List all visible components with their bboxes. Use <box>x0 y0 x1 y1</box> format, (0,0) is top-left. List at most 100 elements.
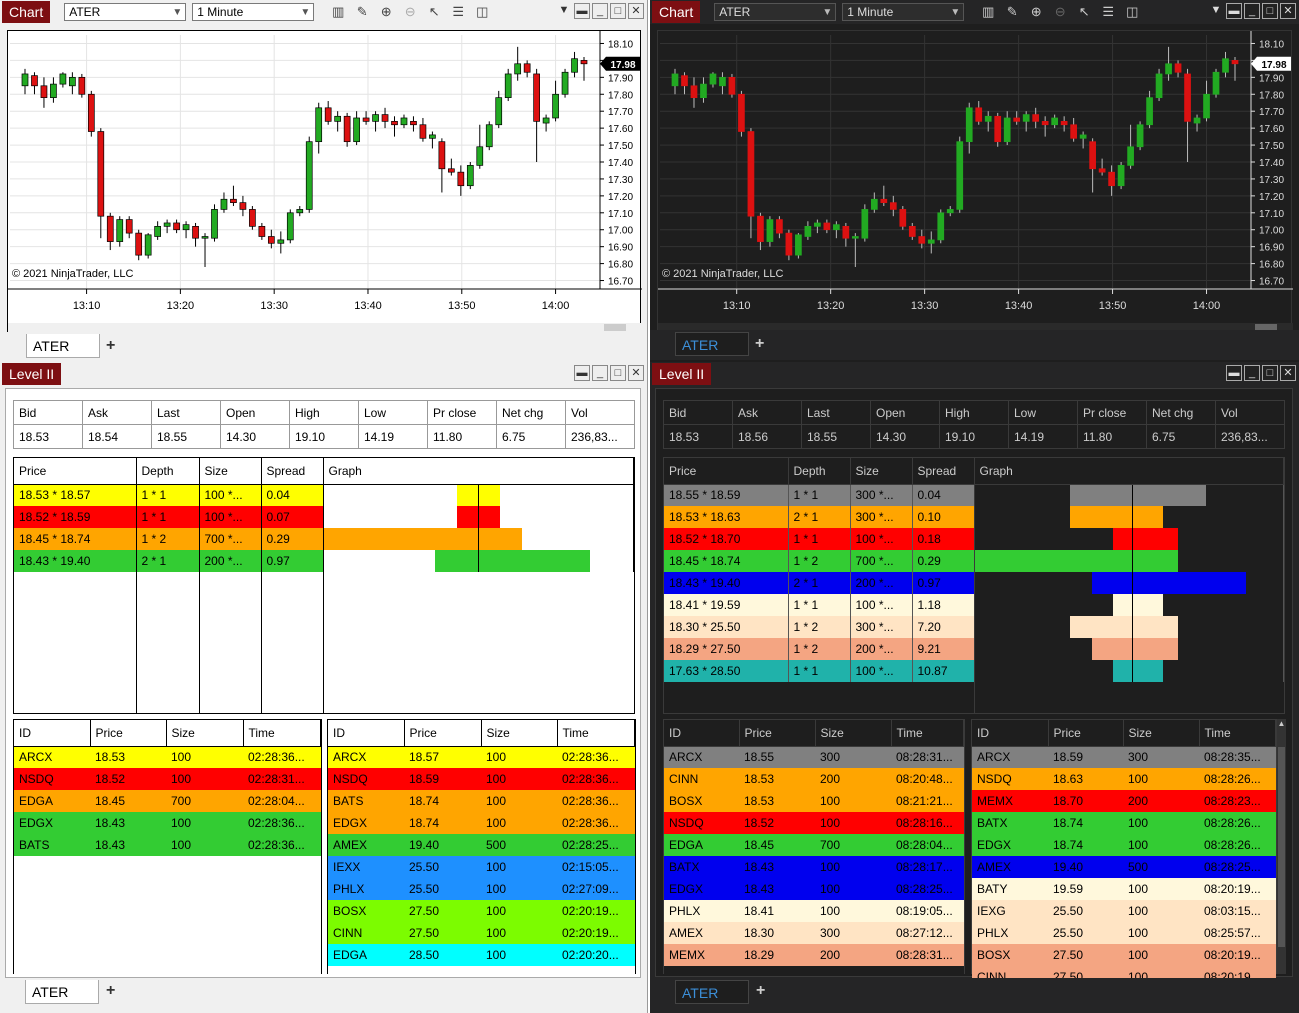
column-header[interactable]: Graph <box>323 458 634 485</box>
book-row[interactable]: PHLX 25.50 100 08:25:57... <box>972 922 1276 944</box>
book-row[interactable]: BATX 18.43 100 08:28:17... <box>664 856 964 878</box>
scroll-thumb[interactable] <box>1278 747 1285 947</box>
book-row[interactable]: ARCX 18.59 300 08:28:35... <box>972 746 1276 768</box>
ask-book-scrollbar[interactable]: ▲ <box>1277 719 1286 974</box>
book-row[interactable]: PHLX 18.41 100 08:19:05... <box>664 900 964 922</box>
tab-ater[interactable]: ATER <box>26 334 100 358</box>
column-header[interactable]: Size <box>850 458 913 485</box>
properties-icon[interactable]: ☰ <box>446 4 470 20</box>
book-row[interactable]: EDGX 18.43 100 08:28:25... <box>664 878 964 900</box>
book-row[interactable]: MEMX 18.29 200 08:28:31... <box>664 944 964 966</box>
book-row[interactable]: CINN 18.53 200 08:20:48... <box>664 768 964 790</box>
chart-panel[interactable]: 18.1018.0017.9017.8017.7017.6017.5017.40… <box>7 30 642 333</box>
zoom-in-icon[interactable]: ⊕ <box>374 4 398 20</box>
maximize-icon[interactable]: □ <box>1262 3 1278 19</box>
chart-panel[interactable]: 18.1018.0017.9017.8017.7017.6017.5017.40… <box>657 30 1293 333</box>
add-tab-button[interactable]: + <box>106 982 115 1000</box>
split-icon[interactable]: ▬ <box>574 365 590 381</box>
book-row[interactable]: ARCX 18.53 100 02:28:36... <box>14 746 321 768</box>
book-row[interactable]: EDGA 18.45 700 02:28:04... <box>14 790 321 812</box>
book-row[interactable]: NSDQ 18.63 100 08:28:26... <box>972 768 1276 790</box>
window-title[interactable]: Chart <box>652 1 701 23</box>
close-icon[interactable]: ✕ <box>628 3 644 19</box>
pointer-icon[interactable]: ↖ <box>422 4 446 20</box>
book-row[interactable]: MEMX 18.70 200 08:28:23... <box>972 790 1276 812</box>
split-icon[interactable]: ▬ <box>1226 3 1242 19</box>
book-row[interactable]: EDGX 18.74 100 02:28:36... <box>328 812 635 834</box>
maximize-icon[interactable]: □ <box>1262 365 1278 381</box>
add-tab-button[interactable]: + <box>106 337 115 355</box>
column-header[interactable]: Graph <box>974 458 1284 485</box>
maximize-icon[interactable]: □ <box>610 365 626 381</box>
draw-icon[interactable]: ✎ <box>1000 4 1024 20</box>
dropdown-icon[interactable]: ▼ <box>556 3 572 19</box>
interval-selector[interactable]: 1 Minute ▼ <box>192 3 315 21</box>
book-row[interactable]: BOSX 27.50 100 02:20:19... <box>328 900 635 922</box>
column-header[interactable]: Time <box>1199 720 1276 747</box>
column-header[interactable]: Price <box>1048 720 1124 747</box>
column-header[interactable]: ID <box>664 720 740 747</box>
column-header[interactable]: Price <box>14 458 137 485</box>
book-row[interactable]: BATS 18.43 100 02:28:36... <box>14 834 321 856</box>
window-title[interactable]: Level II <box>2 363 62 385</box>
dropdown-icon[interactable]: ▼ <box>1208 3 1224 19</box>
add-tab-button[interactable]: + <box>756 982 765 1000</box>
window-title[interactable]: Chart <box>2 1 51 23</box>
horizontal-scrollbar[interactable] <box>8 323 642 332</box>
book-row[interactable]: BOSX 18.53 100 08:21:21... <box>664 790 964 812</box>
book-row[interactable]: EDGX 18.74 100 08:28:26... <box>972 834 1276 856</box>
candlestick-chart[interactable]: 18.1018.0017.9017.8017.7017.6017.5017.40… <box>8 31 642 333</box>
bar-type-icon[interactable]: ▥ <box>976 4 1000 20</box>
interval-selector[interactable]: 1 Minute ▼ <box>842 3 965 21</box>
close-icon[interactable]: ✕ <box>1280 3 1296 19</box>
split-icon[interactable]: ▬ <box>1226 365 1242 381</box>
minimize-icon[interactable]: _ <box>1244 3 1260 19</box>
draw-icon[interactable]: ✎ <box>350 4 374 20</box>
book-row[interactable]: BATY 19.59 100 08:20:19... <box>972 878 1276 900</box>
book-row[interactable]: PHLX 25.50 100 02:27:09... <box>328 878 635 900</box>
instrument-selector[interactable]: ATER ▼ <box>714 3 837 21</box>
tab-ater[interactable]: ATER <box>675 980 749 1004</box>
book-row[interactable]: NSDQ 18.52 100 02:28:31... <box>14 768 321 790</box>
column-header[interactable]: Price <box>404 720 482 747</box>
tab-ater[interactable]: ATER <box>25 980 99 1004</box>
column-header[interactable]: Price <box>664 458 789 485</box>
book-row[interactable]: EDGX 18.43 100 02:28:36... <box>14 812 321 834</box>
book-row[interactable]: EDGA 18.45 700 08:28:04... <box>664 834 964 856</box>
minimize-icon[interactable]: _ <box>592 365 608 381</box>
column-header[interactable]: Price <box>739 720 816 747</box>
close-icon[interactable]: ✕ <box>628 365 644 381</box>
book-row[interactable]: NSDQ 18.59 100 02:28:36... <box>328 768 635 790</box>
pointer-icon[interactable]: ↖ <box>1072 4 1096 20</box>
column-header[interactable]: Size <box>815 720 892 747</box>
column-header[interactable]: ID <box>328 720 405 747</box>
maximize-icon[interactable]: □ <box>610 3 626 19</box>
column-header[interactable]: Price <box>90 720 167 747</box>
book-row[interactable]: BATX 18.74 100 08:28:26... <box>972 812 1276 834</box>
layout-icon[interactable]: ◫ <box>1120 4 1144 20</box>
book-row[interactable]: ARCX 18.57 100 02:28:36... <box>328 746 635 768</box>
book-row[interactable]: ARCX 18.55 300 08:28:31... <box>664 746 964 768</box>
column-header[interactable]: Size <box>481 720 558 747</box>
split-icon[interactable]: ▬ <box>574 3 590 19</box>
book-row[interactable]: BATS 18.74 100 02:28:36... <box>328 790 635 812</box>
book-row[interactable]: AMEX 19.40 500 02:28:25... <box>328 834 635 856</box>
column-header[interactable]: Spread <box>912 458 975 485</box>
column-header[interactable]: ID <box>972 720 1049 747</box>
zoom-out-icon[interactable]: ⊖ <box>398 4 422 20</box>
instrument-selector[interactable]: ATER ▼ <box>64 3 187 21</box>
window-title[interactable]: Level II <box>652 363 712 385</box>
minimize-icon[interactable]: _ <box>592 3 608 19</box>
column-header[interactable]: Time <box>557 720 635 747</box>
column-header[interactable]: ID <box>14 720 91 747</box>
column-header[interactable]: Depth <box>136 458 200 485</box>
tab-ater[interactable]: ATER <box>675 332 749 356</box>
scroll-thumb[interactable] <box>604 324 626 331</box>
candlestick-chart[interactable]: 18.1018.0017.9017.8017.7017.6017.5017.40… <box>658 31 1293 333</box>
column-header[interactable]: Size <box>166 720 244 747</box>
properties-icon[interactable]: ☰ <box>1096 4 1120 20</box>
column-header[interactable]: Time <box>243 720 321 747</box>
book-row[interactable]: CINN 27.50 100 02:20:19... <box>328 922 635 944</box>
book-row[interactable]: IEXG 25.50 100 08:03:15... <box>972 900 1276 922</box>
add-tab-button[interactable]: + <box>755 335 764 353</box>
